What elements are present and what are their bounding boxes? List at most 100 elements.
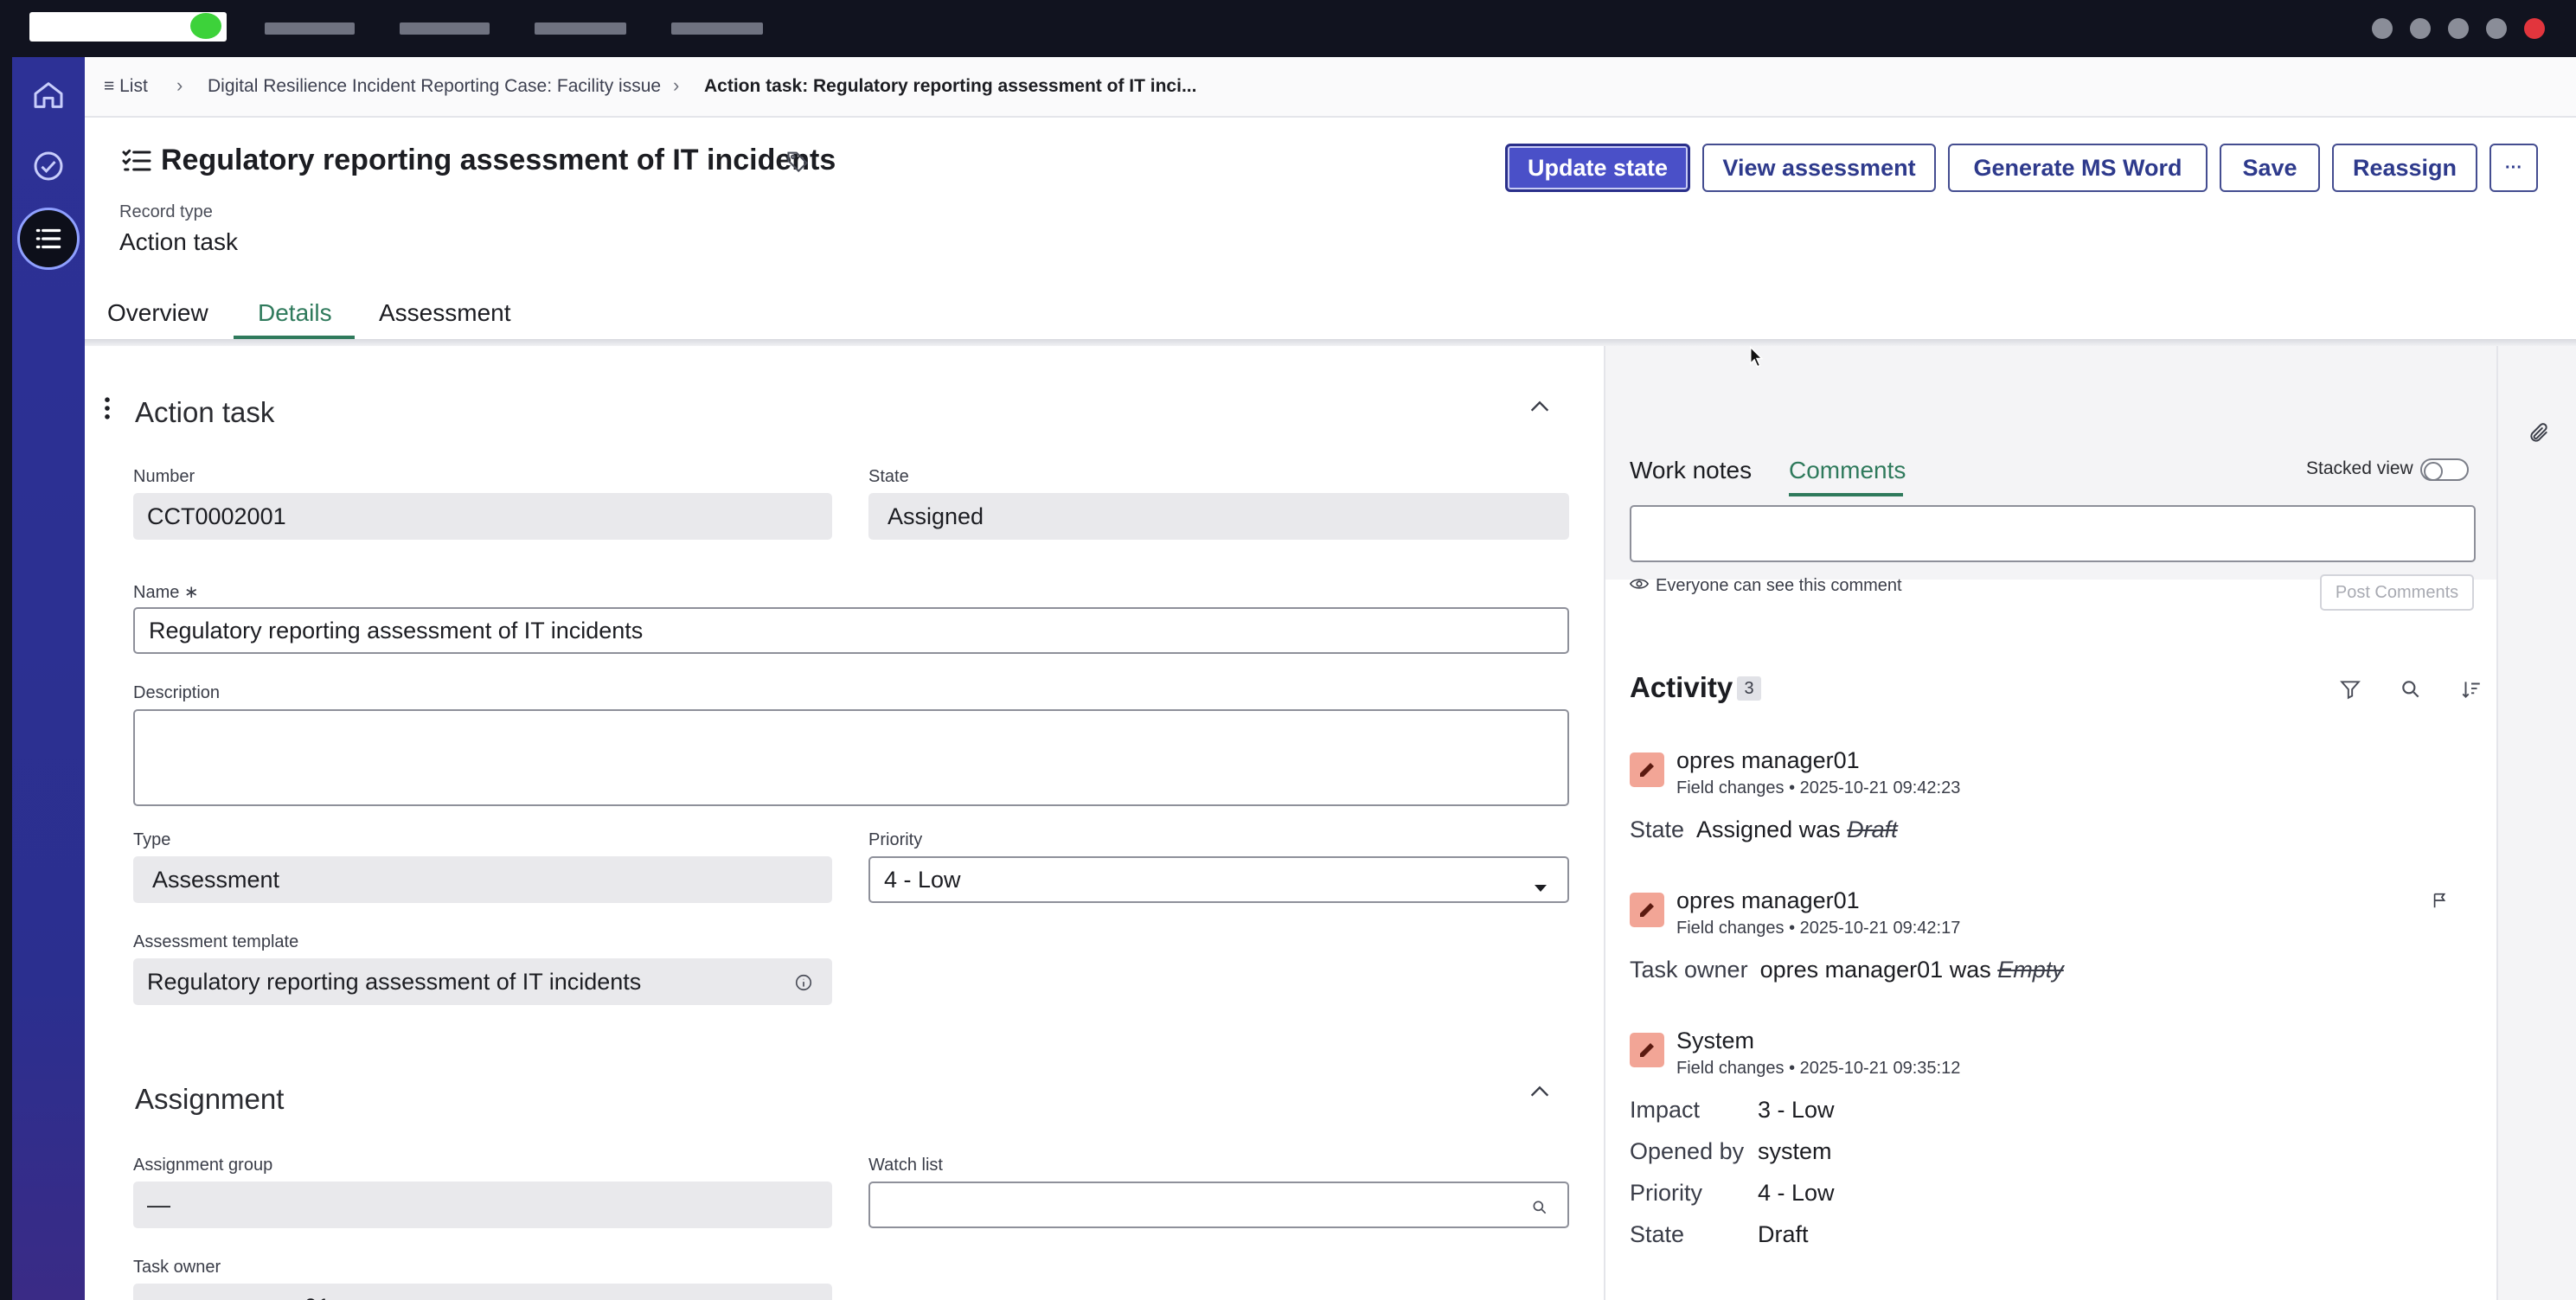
window-control-icon[interactable] xyxy=(2486,18,2507,39)
activity-count-badge: 3 xyxy=(1737,676,1761,701)
tab-assessment[interactable]: Assessment xyxy=(379,299,511,327)
close-window-icon[interactable] xyxy=(2524,18,2545,39)
priority-label: Priority xyxy=(868,830,923,849)
section-menu-icon[interactable] xyxy=(102,396,112,425)
activity-entry-user: opres manager01 xyxy=(1676,887,1860,913)
update-state-button[interactable]: Update state xyxy=(1505,144,1690,192)
caret-down-icon xyxy=(1533,874,1548,900)
top-nav-item[interactable] xyxy=(535,22,626,35)
number-field: CCT0002001 xyxy=(133,493,832,540)
top-nav-item[interactable] xyxy=(400,22,490,35)
check-circle-icon[interactable] xyxy=(28,145,69,187)
tab-details[interactable]: Details xyxy=(258,299,332,327)
change-value: 4 - Low xyxy=(1758,1180,1835,1206)
details-form: Action task Number CCT0002001 State Assi… xyxy=(85,346,1604,1300)
top-nav-item[interactable] xyxy=(671,22,763,35)
tab-comments[interactable]: Comments xyxy=(1789,457,1906,484)
task-owner-label: Task owner xyxy=(133,1258,221,1277)
task-list-icon xyxy=(119,144,154,183)
chevron-up-icon[interactable] xyxy=(1528,398,1552,419)
tag-icon[interactable] xyxy=(785,149,810,177)
flag-icon[interactable] xyxy=(2431,891,2450,914)
window-control-icon[interactable] xyxy=(2372,18,2393,39)
top-nav-item[interactable] xyxy=(265,22,355,35)
state-label: State xyxy=(868,467,909,486)
priority-select[interactable]: 4 - Low xyxy=(868,856,1569,903)
sort-icon[interactable] xyxy=(2460,678,2483,705)
change-old-value: Draft xyxy=(1847,817,1898,842)
watch-list-input[interactable] xyxy=(868,1182,1569,1228)
assessment-template-value: Regulatory reporting assessment of IT in… xyxy=(147,968,642,995)
status-dot-icon xyxy=(190,13,221,39)
left-rail xyxy=(12,57,85,1300)
change-field-name: Opened by xyxy=(1630,1138,1745,1164)
pencil-icon xyxy=(1630,1033,1664,1067)
section-title-assignment: Assignment xyxy=(135,1083,285,1115)
tab-work-notes[interactable]: Work notes xyxy=(1630,457,1752,484)
activity-entry-meta: Field changes • 2025-10-21 09:42:17 xyxy=(1676,919,1961,938)
window-control-icon[interactable] xyxy=(2448,18,2469,39)
activity-entry-user: opres manager01 xyxy=(1676,747,1860,773)
assignment-group-field: — xyxy=(133,1182,832,1228)
save-button[interactable]: Save xyxy=(2220,144,2320,192)
active-tab-indicator xyxy=(1789,493,1903,496)
change-field-name: Priority xyxy=(1630,1180,1703,1206)
activity-entry-meta: Field changes • 2025-10-21 09:42:23 xyxy=(1676,778,1961,797)
stacked-view-toggle[interactable] xyxy=(2420,458,2469,481)
chevron-up-icon[interactable] xyxy=(1528,1083,1552,1105)
activity-entry-meta: Field changes • 2025-10-21 09:35:12 xyxy=(1676,1059,1961,1078)
more-actions-button[interactable]: ··· xyxy=(2489,144,2538,192)
name-input[interactable]: Regulatory reporting assessment of IT in… xyxy=(133,607,1569,654)
window-control-icon[interactable] xyxy=(2410,18,2431,39)
change-field-name: State xyxy=(1630,1221,1685,1247)
home-icon[interactable] xyxy=(28,74,69,116)
description-label: Description xyxy=(133,683,221,702)
description-textarea[interactable] xyxy=(133,709,1569,806)
main-panel: ≡ List › Digital Resilience Incident Rep… xyxy=(85,57,2576,1300)
watch-list-label: Watch list xyxy=(868,1156,943,1175)
post-comments-button[interactable]: Post Comments xyxy=(2320,574,2474,611)
change-value: system xyxy=(1758,1138,1832,1164)
section-title-action-task: Action task xyxy=(135,396,275,428)
priority-selected-value: 4 - Low xyxy=(884,866,961,893)
stacked-view-label: Stacked view xyxy=(2306,458,2413,478)
visibility-text: Everyone can see this comment xyxy=(1656,576,1902,595)
comment-input[interactable] xyxy=(1630,505,2476,562)
view-assessment-button[interactable]: View assessment xyxy=(1702,144,1936,192)
page-title: Regulatory reporting assessment of IT in… xyxy=(161,144,836,176)
info-icon[interactable] xyxy=(794,971,813,998)
paperclip-icon[interactable] xyxy=(2528,420,2550,451)
type-label: Type xyxy=(133,830,171,849)
change-new-value: opres manager01 was xyxy=(1759,957,1991,983)
change-value: 3 - Low xyxy=(1758,1097,1835,1123)
search-icon[interactable] xyxy=(2400,678,2422,705)
attachments-strip xyxy=(2496,346,2576,1300)
comment-visibility: Everyone can see this comment xyxy=(1629,576,1902,596)
list-icon[interactable] xyxy=(17,208,80,270)
comment-composer: Work notes Comments Stacked view Everyon… xyxy=(1605,346,2498,611)
number-label: Number xyxy=(133,467,195,486)
reassign-button[interactable]: Reassign xyxy=(2332,144,2477,192)
change-new-value: Assigned was xyxy=(1696,817,1841,842)
generate-ms-word-button[interactable]: Generate MS Word xyxy=(1948,144,2208,192)
window-title-bar xyxy=(0,0,2576,57)
type-field: Assessment xyxy=(133,856,832,903)
change-field-name: Impact xyxy=(1630,1097,1701,1123)
activity-entry-user: System xyxy=(1676,1028,1755,1053)
tab-overview[interactable]: Overview xyxy=(107,299,208,327)
activity-entry-change: Task owner opres manager01 was Empty xyxy=(1630,957,2064,983)
name-label: Name ∗ xyxy=(133,583,199,602)
change-value: Draft xyxy=(1758,1221,1809,1247)
activity-title: Activity xyxy=(1630,671,1733,703)
change-field-name: Task owner xyxy=(1630,957,1748,983)
search-icon[interactable] xyxy=(1531,1195,1548,1222)
assignment-group-label: Assignment group xyxy=(133,1156,273,1175)
activity-panel: Work notes Comments Stacked view Everyon… xyxy=(1604,346,2541,1300)
activity-entry-change: State Assigned was Draft xyxy=(1630,817,1898,843)
record-type-value: Action task xyxy=(119,228,238,255)
assessment-template-label: Assessment template xyxy=(133,932,299,951)
header-shadow xyxy=(85,339,2576,346)
filter-icon[interactable] xyxy=(2339,678,2361,705)
record-type-label: Record type xyxy=(119,202,213,221)
eye-icon xyxy=(1629,576,1650,596)
